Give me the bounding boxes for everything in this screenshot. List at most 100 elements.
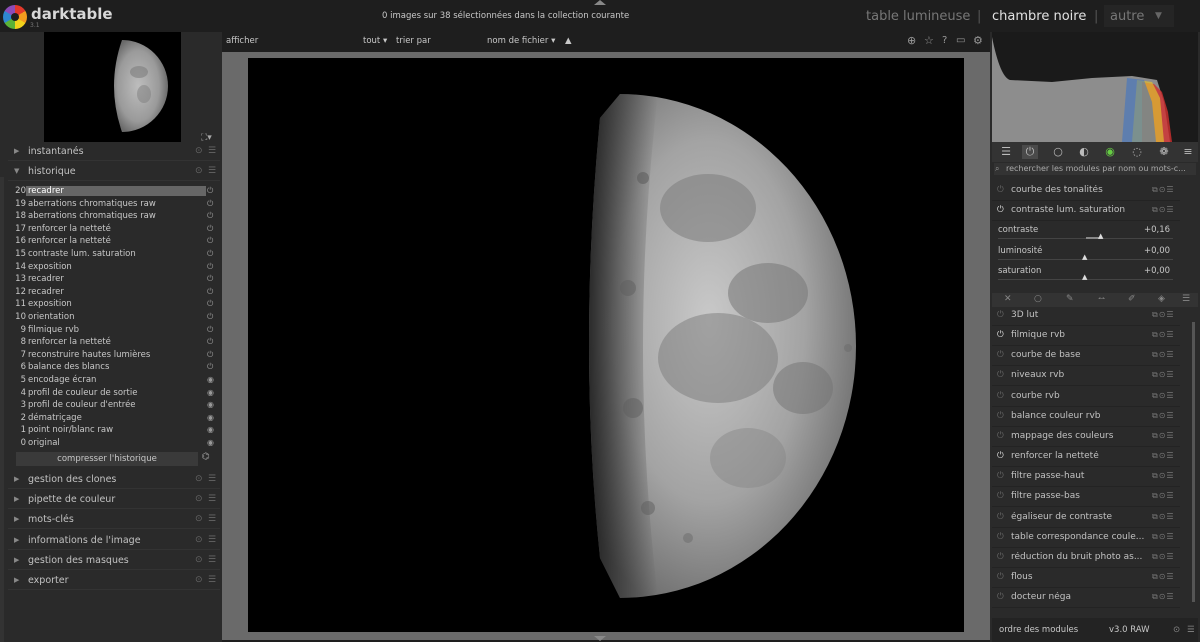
history-item[interactable]: 10 orientation ⏻	[14, 312, 218, 325]
drawn-parametric-mask-icon[interactable]: ✐	[1128, 294, 1136, 304]
history-item[interactable]: 1 point noir/blanc raw ◉	[14, 425, 218, 438]
module-header[interactable]: ⏻ filtre passe-bas ⧉⊙☰	[992, 487, 1180, 508]
module-header[interactable]: ⏻ filmique rvb ⧉⊙☰	[992, 326, 1180, 347]
history-item[interactable]: 9 filmique rvb ⏻	[14, 325, 218, 338]
history-item[interactable]: 17 renforcer la netteté ⏻	[14, 224, 218, 237]
blend-uniform-icon[interactable]: ○	[1034, 294, 1042, 304]
scrollbar[interactable]	[1192, 322, 1195, 602]
reset-icon[interactable]: ⊙	[195, 535, 203, 545]
power-icon[interactable]: ⏻	[997, 471, 1004, 481]
slider-handle[interactable]: ▲	[1098, 232, 1103, 240]
history-item[interactable]: 0 original ◉	[14, 438, 218, 451]
module-header[interactable]: ⏻ filtre passe-haut ⧉⊙☰	[992, 467, 1180, 488]
history-item[interactable]: 13 recadrer ⏻	[14, 274, 218, 287]
main-image[interactable]	[248, 58, 964, 632]
reset-icon[interactable]: ⊙	[195, 474, 203, 484]
module-header[interactable]: ⏻ courbe de base ⧉⊙☰	[992, 346, 1180, 367]
create-style-icon[interactable]: ⌬	[202, 452, 210, 462]
effect-group-icon[interactable]: ❁	[1156, 145, 1172, 159]
module-icons[interactable]: ⧉⊙☰	[1152, 370, 1175, 380]
sort-direction-button[interactable]: ▲	[565, 36, 572, 46]
view-lighttable-link[interactable]: table lumineuse	[866, 9, 970, 24]
reset-icon[interactable]: ⊙	[195, 555, 203, 565]
base-group-icon[interactable]: ○	[1050, 145, 1066, 159]
module-icons[interactable]: ⧉⊙☰	[1152, 310, 1175, 320]
slider-1[interactable]: luminosité +0,00 ▲	[994, 244, 1174, 264]
blend-menu-icon[interactable]: ☰	[1182, 294, 1190, 304]
module-header[interactable]: ⏻ niveaux rvb ⧉⊙☰	[992, 366, 1180, 387]
history-item[interactable]: 15 contraste lum. saturation ⏻	[14, 249, 218, 262]
power-icon[interactable]: ⏻	[997, 370, 1004, 380]
presets-icon[interactable]: ☰	[208, 575, 216, 585]
module-icons[interactable]: ⧉⊙☰	[1152, 572, 1175, 582]
section-bottom-3[interactable]: ▶ informations de l'image ⊙ ☰	[8, 531, 220, 550]
keyboard-icon[interactable]: ▭	[956, 35, 965, 46]
view-darkroom-link[interactable]: chambre noire	[992, 9, 1086, 24]
power-icon[interactable]: ⏻	[997, 512, 1004, 522]
reset-icon[interactable]: ⊙	[1173, 625, 1180, 635]
color-group-icon[interactable]: ◉	[1102, 145, 1118, 159]
history-item[interactable]: 5 encodage écran ◉	[14, 375, 218, 388]
presets-icon[interactable]: ☰	[208, 535, 216, 545]
history-item[interactable]: 18 aberrations chromatiques raw ⏻	[14, 211, 218, 224]
module-icons[interactable]: ⧉⊙☰	[1152, 185, 1175, 195]
presets-icon[interactable]: ☰	[208, 166, 216, 176]
history-item[interactable]: 2 dématriçage ◉	[14, 413, 218, 426]
collapse-bottom-panel-icon[interactable]	[594, 636, 606, 641]
blend-off-icon[interactable]: ✕	[1004, 294, 1012, 304]
slider-0[interactable]: contraste +0,16 ▲	[994, 223, 1174, 243]
module-icons[interactable]: ⧉⊙☰	[1152, 205, 1175, 215]
power-icon[interactable]: ⏻	[997, 592, 1004, 602]
history-item[interactable]: 3 profil de couleur d'entrée ◉	[14, 400, 218, 413]
power-icon[interactable]: ⏻	[997, 391, 1004, 401]
chevron-down-icon[interactable]: ▼	[1155, 11, 1162, 21]
module-header[interactable]: ⏻ égaliseur de contraste ⧉⊙☰	[992, 508, 1180, 528]
module-order-value[interactable]: v3.0 RAW	[1109, 625, 1150, 635]
module-header[interactable]: ⏻ mappage des couleurs ⧉⊙☰	[992, 427, 1180, 447]
compress-history-button[interactable]: compresser l'historique	[16, 452, 198, 466]
filter-dropdown[interactable]: tout ▾	[363, 36, 387, 46]
section-1[interactable]: ▼ historique ⊙ ☰	[8, 162, 220, 181]
power-icon[interactable]: ⏻	[997, 491, 1004, 501]
display-label[interactable]: afficher	[226, 36, 258, 46]
section-bottom-0[interactable]: ▶ gestion des clones ⊙ ☰	[8, 470, 220, 489]
history-item[interactable]: 19 aberrations chromatiques raw ⏻	[14, 199, 218, 212]
history-item[interactable]: 7 reconstruire hautes lumières ⏻	[14, 350, 218, 363]
history-item[interactable]: 20 recadrer ⏻	[14, 186, 218, 199]
module-header[interactable]: ⏻ contraste lum. saturation ⧉⊙☰	[992, 201, 1180, 221]
module-header[interactable]: ⏻ renforcer la netteté ⧉⊙☰	[992, 447, 1180, 468]
module-header[interactable]: ⏻ réduction du bruit photo as... ⧉⊙☰	[992, 548, 1180, 568]
gear-icon[interactable]: ⚙	[973, 34, 983, 47]
module-header[interactable]: ⏻ 3D lut ⧉⊙☰	[992, 306, 1180, 326]
power-icon[interactable]: ⏻	[997, 552, 1004, 562]
module-icons[interactable]: ⧉⊙☰	[1152, 391, 1175, 401]
collapse-top-panel-icon[interactable]	[594, 0, 606, 5]
presets-icon[interactable]: ☰	[208, 146, 216, 156]
active-modules-icon[interactable]: ⏻	[1022, 145, 1038, 159]
module-header[interactable]: ⏻ flous ⧉⊙☰	[992, 568, 1180, 588]
more-groups-icon[interactable]: ≡	[1180, 145, 1196, 159]
help-icon[interactable]: ?	[942, 35, 947, 46]
module-header[interactable]: ⏻ courbe des tonalités ⧉⊙☰	[992, 181, 1180, 201]
reset-icon[interactable]: ⊙	[195, 575, 203, 585]
slider-handle[interactable]: ▲	[1082, 273, 1087, 281]
module-search-input[interactable]: ⌕ rechercher les modules par nom ou mots…	[994, 163, 1196, 175]
history-item[interactable]: 11 exposition ⏻	[14, 299, 218, 312]
power-icon[interactable]: ⏻	[997, 451, 1004, 461]
presets-icon[interactable]: ☰	[208, 474, 216, 484]
sort-dropdown[interactable]: nom de fichier ▾	[487, 36, 555, 46]
presets-icon[interactable]: ☰	[208, 555, 216, 565]
module-header[interactable]: ⏻ docteur néga ⧉⊙☰	[992, 588, 1180, 609]
section-bottom-5[interactable]: ▶ exporter ⊙ ☰	[8, 571, 220, 590]
power-icon[interactable]: ⏻	[997, 185, 1004, 195]
slider-handle[interactable]: ▲	[1082, 253, 1087, 261]
navigation-thumbnail[interactable]	[44, 32, 181, 142]
tone-group-icon[interactable]: ◐	[1076, 145, 1092, 159]
module-icons[interactable]: ⧉⊙☰	[1152, 592, 1175, 602]
history-item[interactable]: 6 balance des blancs ⏻	[14, 362, 218, 375]
presets-icon[interactable]: ☰	[208, 494, 216, 504]
module-icons[interactable]: ⧉⊙☰	[1152, 330, 1175, 340]
presets-icon[interactable]: ☰	[208, 514, 216, 524]
parametric-mask-icon[interactable]: ⥎	[1098, 294, 1105, 304]
section-bottom-1[interactable]: ▶ pipette de couleur ⊙ ☰	[8, 490, 220, 510]
